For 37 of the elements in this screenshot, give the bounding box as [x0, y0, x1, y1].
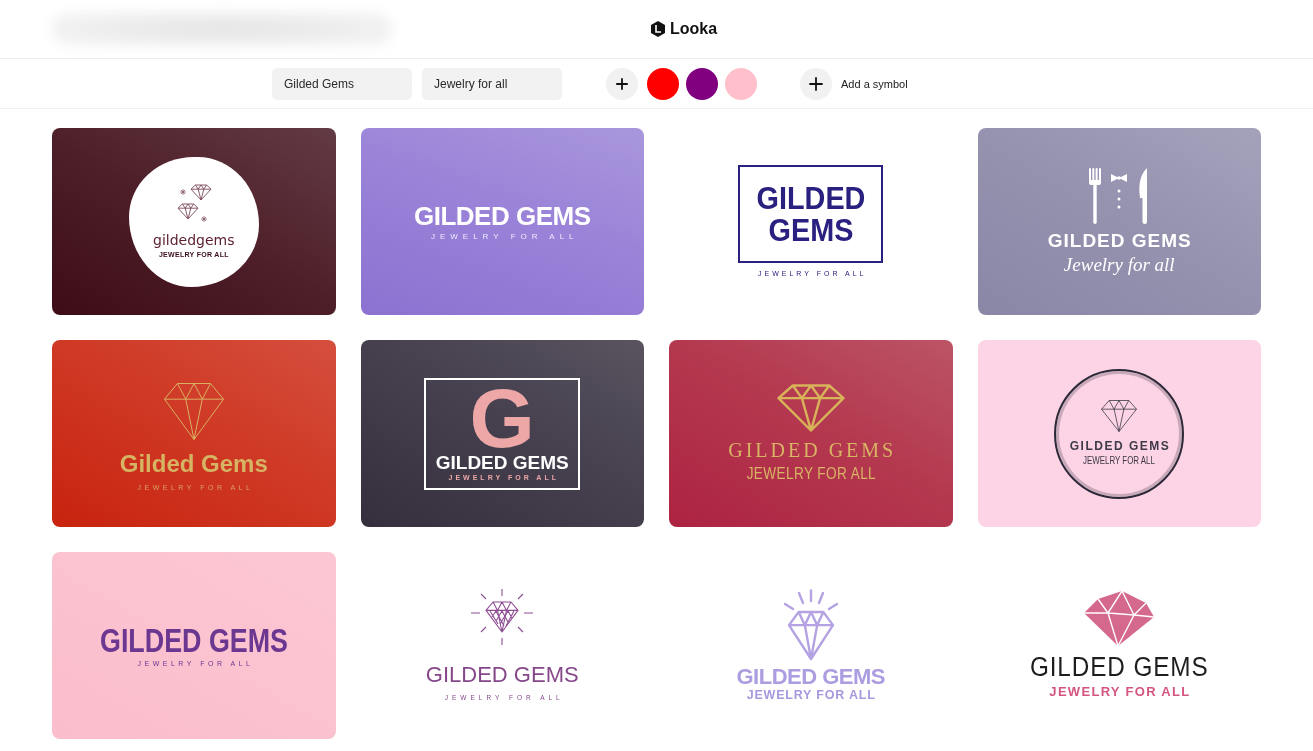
logo-name: GILDED GEMS: [755, 181, 867, 246]
text-field[interactable]: Jewelry for all: [422, 67, 562, 100]
swatch-icon[interactable]: [725, 67, 757, 100]
logo-name: GILDED GEMS: [1029, 654, 1210, 682]
logo-name: GILDED GEMS: [414, 201, 591, 232]
swatch-icon[interactable]: [686, 67, 718, 100]
diamond-icon: [1101, 400, 1138, 433]
swatch-icon[interactable]: [647, 67, 679, 100]
logo-tagline: JEWELRY FOR ALL: [745, 687, 876, 703]
brand-name: Looka: [670, 20, 718, 38]
cutlery-bowtie-icon: [1089, 167, 1150, 224]
logo-tagline: JEWELRY FOR ALL: [1048, 685, 1191, 700]
logo-card[interactable]: GILDED GEMS JEWELRY FOR ALL: [977, 340, 1261, 527]
logo-name: GILDED GEMS: [727, 438, 897, 462]
text-field[interactable]: Gilded Gems: [272, 67, 412, 100]
add-color-button[interactable]: [606, 67, 638, 100]
diamond-icon: [163, 382, 224, 440]
logo-name: GILDED GEMS: [1068, 440, 1171, 455]
brand-logo-icon: [651, 21, 665, 37]
logo-name: GILDED GEMS: [99, 622, 288, 657]
logo-tagline: JEWELRY FOR ALL: [745, 463, 876, 484]
logo-name: GILDED GEMS: [435, 452, 569, 472]
monogram-letter: G: [469, 385, 535, 453]
plus-icon: [800, 67, 832, 100]
logo-tagline: JEWELRY FOR ALL: [1083, 454, 1156, 467]
gem-icon: [1084, 591, 1155, 647]
plus-icon: [616, 77, 628, 90]
logo-name: gildedgems: [153, 232, 235, 249]
logo-name: GILDED GEMS: [736, 665, 885, 688]
diamond-icon: [776, 383, 845, 432]
logo-name: GILDED GEMS: [425, 662, 579, 688]
add-symbol-button[interactable]: Add a symbol: [800, 67, 908, 100]
logo-tagline: JEWELRY FOR ALL: [429, 231, 579, 242]
logo-name: Gilded Gems: [119, 449, 268, 478]
logo-name: GILDED GEMS: [1046, 229, 1192, 252]
logo-tagline: Jewelry for all: [1063, 253, 1175, 276]
sparkling-diamond-icon: [470, 589, 535, 646]
